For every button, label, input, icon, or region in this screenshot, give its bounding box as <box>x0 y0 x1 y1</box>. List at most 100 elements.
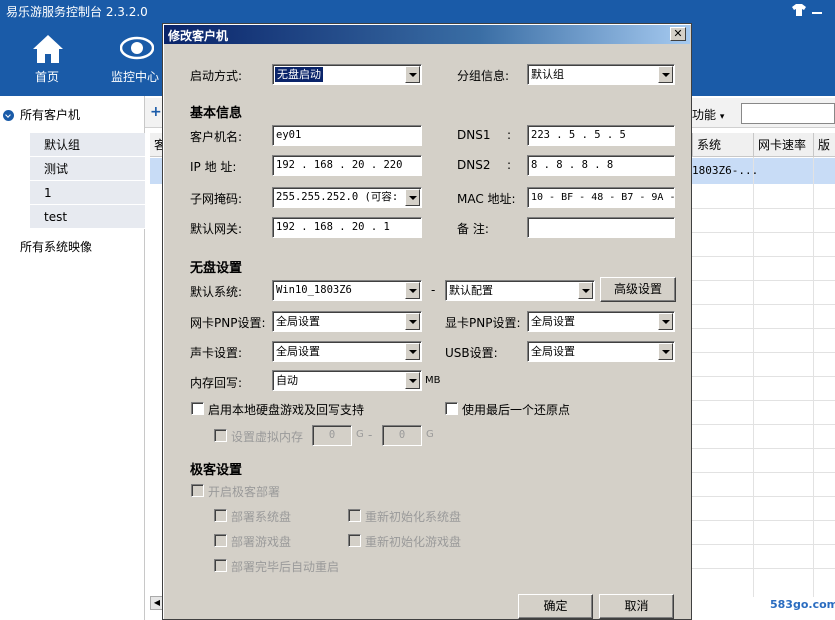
grid-line <box>692 280 835 281</box>
grid-line <box>692 520 835 521</box>
reinit-system-label: 重新初始化系统盘 <box>365 510 462 524</box>
dialog-title-bar[interactable]: 修改客户机 ✕ <box>164 25 690 44</box>
ip-input[interactable]: 192 . 168 . 20 . 220 <box>272 155 422 176</box>
nav-monitor[interactable]: 监控中心 <box>100 34 170 88</box>
advanced-settings-button[interactable]: 高级设置 <box>600 277 676 302</box>
minimize-icon[interactable] <box>812 4 822 19</box>
grid-line <box>692 304 835 305</box>
sound-value: 全局设置 <box>276 345 320 358</box>
note-input[interactable] <box>527 217 675 238</box>
grid-line <box>692 496 835 497</box>
cancel-button[interactable]: 取消 <box>599 594 674 619</box>
chevron-down-icon[interactable] <box>405 282 420 299</box>
dns1-colon: : <box>507 128 512 142</box>
grid-line <box>692 472 835 473</box>
grid-line <box>753 157 754 597</box>
last-restore-checkbox[interactable] <box>445 402 458 415</box>
chevron-down-icon[interactable] <box>658 343 673 360</box>
grid-line <box>692 376 835 377</box>
group-select[interactable]: 默认组 <box>527 64 675 85</box>
virtual-memory-label: 设置虚拟内存 <box>231 430 304 444</box>
nic-pnp-select[interactable]: 全局设置 <box>272 311 422 332</box>
subnet-mask-select[interactable]: 255.255.252.0 (可容: <box>272 187 422 208</box>
sound-label: 声卡设置: <box>190 346 243 360</box>
local-disk-checkbox[interactable] <box>191 402 204 415</box>
app-title: 易乐游服务控制台 2.3.2.0 <box>6 5 148 19</box>
gpu-pnp-select[interactable]: 全局设置 <box>527 311 675 332</box>
boot-mode-label: 启动方式: <box>190 69 243 83</box>
dns2-input[interactable]: 8 . 8 . 8 . 8 <box>527 155 675 176</box>
chevron-down-icon[interactable] <box>658 313 673 330</box>
usb-value: 全局设置 <box>531 345 575 358</box>
column-header[interactable]: 版 <box>813 133 835 157</box>
sidebar-group-item[interactable]: 测试 <box>30 157 145 181</box>
grid-line <box>692 328 835 329</box>
chevron-down-icon[interactable] <box>658 66 673 83</box>
sound-select[interactable]: 全局设置 <box>272 341 422 362</box>
close-button[interactable]: ✕ <box>670 27 686 41</box>
sidebar-all-images[interactable]: 所有系统映像 <box>0 230 145 264</box>
ok-button[interactable]: 确定 <box>518 594 593 619</box>
mem-writeback-select[interactable]: 自动 <box>272 370 422 391</box>
sidebar-group-item[interactable]: 默认组 <box>30 133 145 157</box>
nav-monitor-label: 监控中心 <box>110 70 159 84</box>
group-value: 默认组 <box>531 68 564 81</box>
chevron-down-icon[interactable] <box>405 313 420 330</box>
shirt-icon[interactable] <box>792 4 806 19</box>
gateway-input[interactable]: 192 . 168 . 20 . 1 <box>272 217 422 238</box>
dns1-label: DNS1 <box>457 128 491 142</box>
note-label: 备 注: <box>457 222 489 236</box>
function-menu-label: 功能 <box>692 108 717 122</box>
default-system-label: 默认系统: <box>190 285 243 299</box>
group-label: 分组信息: <box>457 69 510 83</box>
default-system-value: Win10_1803Z6 <box>276 284 352 296</box>
nav-home[interactable]: 首页 <box>12 34 82 88</box>
column-header[interactable]: 系统 <box>692 133 753 157</box>
sidebar-group-item[interactable]: test <box>30 205 145 229</box>
reinit-game-label: 重新初始化游戏盘 <box>365 535 462 549</box>
search-input[interactable] <box>741 103 835 124</box>
subnet-mask-value: 255.255.252.0 (可容: <box>276 191 399 203</box>
jike-enable-label: 开启极客部署 <box>208 485 281 499</box>
virtual-memory-checkbox[interactable] <box>214 429 227 442</box>
diskless-heading: 无盘设置 <box>190 261 243 276</box>
collapse-icon[interactable] <box>3 110 14 121</box>
sidebar-group-item[interactable]: 1 <box>30 181 145 205</box>
default-system-select[interactable]: Win10_1803Z6 <box>272 280 422 301</box>
close-icon: ✕ <box>673 27 683 40</box>
column-header[interactable]: 网卡速率 <box>753 133 813 157</box>
chevron-down-icon[interactable] <box>578 282 593 299</box>
grid-line <box>813 157 814 597</box>
function-menu[interactable]: 功能 ▾ <box>692 106 724 123</box>
auto-reboot-label: 部署完毕后自动重启 <box>231 560 340 574</box>
deploy-game-label: 部署游戏盘 <box>231 535 292 549</box>
sidebar-all-clients[interactable]: 所有客户机 <box>0 98 145 132</box>
boot-mode-select[interactable]: 无盘启动 <box>272 64 422 85</box>
reinit-system-checkbox[interactable] <box>348 509 361 522</box>
reinit-game-checkbox[interactable] <box>348 534 361 547</box>
deploy-game-checkbox[interactable] <box>214 534 227 547</box>
chevron-down-icon[interactable] <box>405 189 420 206</box>
auto-reboot-checkbox[interactable] <box>214 559 227 572</box>
dns1-input[interactable]: 223 . 5 . 5 . 5 <box>527 125 675 146</box>
mac-input[interactable]: 10 - BF - 48 - B7 - 9A - 51 <box>527 187 675 208</box>
subnet-mask-label: 子网掩码: <box>190 192 243 206</box>
nic-pnp-value: 全局设置 <box>276 315 320 328</box>
mem-writeback-label: 内存回写: <box>190 376 243 390</box>
usb-select[interactable]: 全局设置 <box>527 341 675 362</box>
sidebar-all-clients-label: 所有客户机 <box>20 108 81 122</box>
jike-enable-checkbox[interactable] <box>191 484 204 497</box>
client-name-input[interactable]: ey01 <box>272 125 422 146</box>
chevron-down-icon[interactable] <box>405 343 420 360</box>
virtual-memory-to-input[interactable]: 0 <box>382 425 422 446</box>
deploy-system-checkbox[interactable] <box>214 509 227 522</box>
grid-line <box>692 208 835 209</box>
grid-line <box>692 352 835 353</box>
virtual-memory-from-input[interactable]: 0 <box>312 425 352 446</box>
dns2-label: DNS2 <box>457 158 491 172</box>
eye-icon <box>120 36 154 60</box>
system-config-select[interactable]: 默认配置 <box>445 280 595 301</box>
chevron-down-icon[interactable] <box>405 372 420 389</box>
chevron-down-icon[interactable] <box>405 66 420 83</box>
mem-writeback-value: 自动 <box>276 374 298 387</box>
